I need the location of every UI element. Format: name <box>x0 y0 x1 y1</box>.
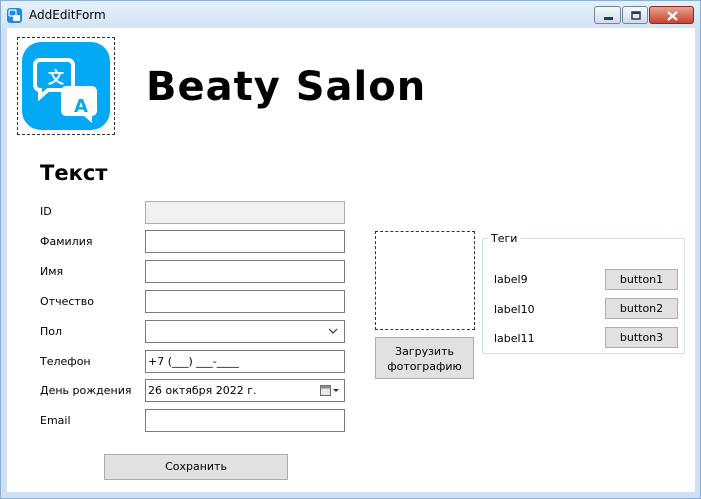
tag-label-1: label9 <box>494 273 528 286</box>
tag-button-1[interactable]: button1 <box>605 269 678 290</box>
tag-label-3: label11 <box>494 332 535 345</box>
close-button[interactable] <box>649 6 694 24</box>
surname-field[interactable] <box>145 230 345 253</box>
translate-icon: 文 A <box>22 42 110 130</box>
title-bar[interactable]: AddEditForm <box>1 1 700 28</box>
surname-label: Фамилия <box>40 235 93 248</box>
svg-text:A: A <box>74 96 88 117</box>
patronymic-label: Отчество <box>40 295 95 308</box>
name-field[interactable] <box>145 260 345 283</box>
chevron-down-icon <box>328 328 338 334</box>
birthday-label: День рождения <box>40 384 132 397</box>
svg-text:文: 文 <box>48 68 65 87</box>
form-client-area: 文 A Beaty Salon Текст ID Фамилия Имя Отч… <box>7 28 695 492</box>
phone-field[interactable]: +7 (___) ___-____ <box>145 350 345 373</box>
photo-picturebox <box>375 231 475 330</box>
app-window: AddEditForm 文 A Beaty Salon Текст ID Фам… <box>0 0 701 499</box>
gender-select[interactable] <box>145 320 345 343</box>
logo-picturebox: 文 A <box>17 37 115 135</box>
translate-icon <box>7 8 22 23</box>
form-title: Текст <box>40 161 108 185</box>
tag-label-2: label10 <box>494 303 535 316</box>
tags-legend: Теги <box>488 232 521 245</box>
window-title: AddEditForm <box>29 8 106 22</box>
brand-title: Beaty Salon <box>146 64 427 110</box>
phone-label: Телефон <box>40 355 91 368</box>
email-label: Email <box>40 414 71 427</box>
gender-label: Пол <box>40 325 63 338</box>
id-label: ID <box>40 205 52 218</box>
email-field[interactable] <box>145 409 345 432</box>
birthday-value: 26 октября 2022 г. <box>148 384 257 397</box>
save-button[interactable]: Сохранить <box>104 454 288 480</box>
tag-button-2[interactable]: button2 <box>605 298 678 319</box>
birthday-datepicker[interactable]: 26 октября 2022 г. <box>145 379 345 402</box>
id-field[interactable] <box>145 201 345 224</box>
name-label: Имя <box>40 265 64 278</box>
minimize-button[interactable] <box>594 6 621 24</box>
tag-button-3[interactable]: button3 <box>605 327 678 348</box>
calendar-dropdown-icon[interactable] <box>320 384 340 397</box>
upload-photo-button[interactable]: Загрузить фотографию <box>375 337 474 379</box>
maximize-button[interactable] <box>622 6 648 24</box>
patronymic-field[interactable] <box>145 290 345 313</box>
